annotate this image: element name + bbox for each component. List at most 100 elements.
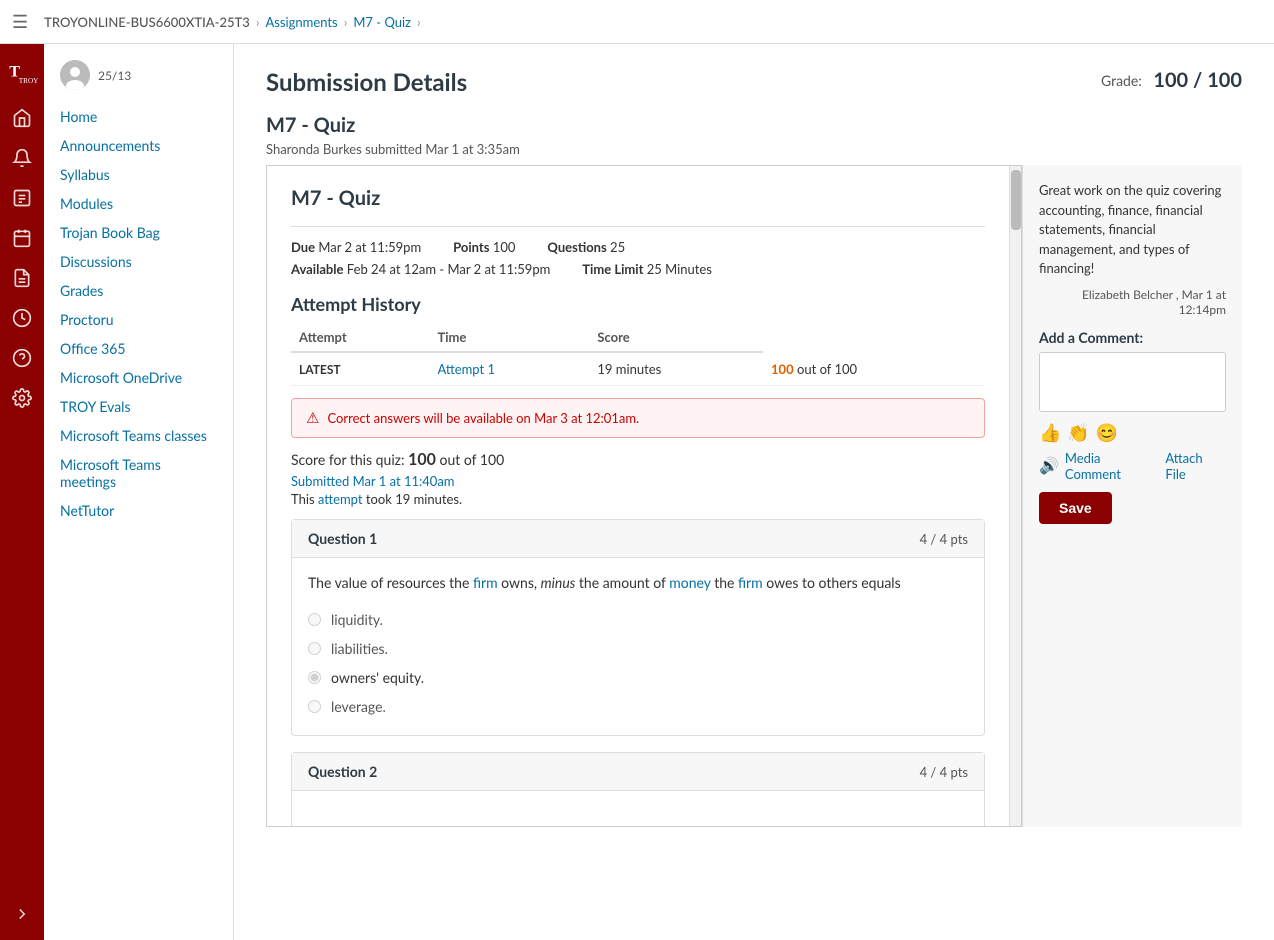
nav-icon-collapse[interactable] (4, 896, 40, 932)
attempt-link-inline[interactable]: attempt (318, 491, 363, 507)
sidebar-item-syllabus[interactable]: Syllabus (44, 160, 233, 189)
quiz-details-grid: Due Mar 2 at 11:59pm Points 100 Question… (291, 226, 985, 277)
nav-icon-grades[interactable] (4, 260, 40, 296)
option-leverage: leverage. (308, 692, 968, 721)
student-count: 25/13 (98, 68, 131, 83)
quiz-and-panel: M7 - Quiz Due Mar 2 at 11:59pm Points 10… (266, 165, 1242, 827)
sidebar-item-office365[interactable]: Office 365 (44, 334, 233, 363)
course-label: TROYONLINE-BUS6600XTIA-25T3 (44, 14, 250, 30)
comment-textarea[interactable] (1039, 352, 1226, 412)
add-comment-label: Add a Comment: (1039, 329, 1226, 346)
center-content: Submission Details Grade: 100 / 100 M7 -… (234, 44, 1274, 940)
quiz-inner-scroll[interactable]: M7 - Quiz Due Mar 2 at 11:59pm Points 10… (267, 166, 1009, 826)
took-info: This attempt took 19 minutes. (291, 491, 985, 507)
breadcrumb-sep-1: › (256, 14, 260, 30)
attempt-1-link[interactable]: Attempt 1 (437, 361, 495, 377)
col-attempt: Attempt (291, 323, 429, 352)
warning-box: ⚠ Correct answers will be available on M… (291, 398, 985, 438)
nav-icon-calendar[interactable] (4, 220, 40, 256)
avatar (60, 60, 90, 90)
quiz-scrollbar[interactable] (1009, 166, 1021, 826)
logo: T TROY (4, 52, 40, 88)
quiz-inner-title: M7 - Quiz (291, 186, 985, 210)
sidebar-item-proctoru[interactable]: Proctoru (44, 305, 233, 334)
sidebar-item-onedrive[interactable]: Microsoft OneDrive (44, 363, 233, 392)
available-detail: Available Feb 24 at 12am - Mar 2 at 11:5… (291, 261, 550, 277)
quiz-scrollbar-thumb[interactable] (1011, 170, 1021, 230)
radio-liquidity[interactable] (308, 613, 321, 626)
attempt-link-cell[interactable]: Attempt 1 (429, 352, 589, 386)
question-block-2: Question 2 4 / 4 pts (291, 752, 985, 826)
instructor-comment: Great work on the quiz covering accounti… (1039, 181, 1226, 279)
right-panel: Great work on the quiz covering accounti… (1022, 165, 1242, 827)
emoji-smile[interactable]: 😊 (1096, 421, 1118, 444)
media-comment-link[interactable]: Media Comment (1065, 450, 1159, 482)
sidebar-item-teams-meetings[interactable]: Microsoft Teams meetings (44, 450, 233, 496)
nav-icon-announcements[interactable] (4, 140, 40, 176)
sidebar-item-modules[interactable]: Modules (44, 189, 233, 218)
quiz-meta: M7 - Quiz Sharonda Burkes submitted Mar … (234, 113, 1274, 165)
radio-owners-equity[interactable] (308, 671, 321, 684)
main-layout: T TROY (0, 44, 1274, 940)
attempt-time: 19 minutes (589, 352, 763, 386)
timelimit-detail: Time Limit 25 Minutes (582, 261, 712, 277)
option-liabilities: liabilities. (308, 634, 968, 663)
media-row: 🔊 Media Comment Attach File (1039, 450, 1226, 482)
attempt-score: 100 out of 100 (763, 352, 985, 386)
submission-header: Submission Details Grade: 100 / 100 (234, 44, 1274, 113)
question-2-title: Question 2 (308, 763, 377, 780)
emoji-thumbsup[interactable]: 👍 (1039, 421, 1061, 444)
sidebar-item-grades[interactable]: Grades (44, 276, 233, 305)
sidebar-item-teams-classes[interactable]: Microsoft Teams classes (44, 421, 233, 450)
nav-icon-assignments[interactable] (4, 180, 40, 216)
sidebar-item-troy-evals[interactable]: TROY Evals (44, 392, 233, 421)
radio-leverage[interactable] (308, 700, 321, 713)
icon-bar: T TROY (0, 44, 44, 940)
sidebar-item-discussions[interactable]: Discussions (44, 247, 233, 276)
attach-file-link[interactable]: Attach File (1165, 450, 1226, 482)
option-leverage-label: leverage. (331, 698, 386, 715)
sidebar-item-announcements[interactable]: Announcements (44, 131, 233, 160)
col-score: Score (589, 323, 763, 352)
quiz-frame: M7 - Quiz Due Mar 2 at 11:59pm Points 10… (266, 165, 1022, 827)
questions-detail: Questions 25 (547, 239, 625, 255)
score-summary: Score for this quiz: 100 out of 100 (291, 450, 985, 469)
quiz-details-row-1: Due Mar 2 at 11:59pm Points 100 Question… (291, 239, 985, 255)
question-1-text: The value of resources the firm owns, mi… (308, 572, 968, 593)
hamburger-icon[interactable]: ☰ (12, 10, 28, 33)
breadcrumb-assignments[interactable]: Assignments (265, 14, 337, 30)
sidebar-item-home[interactable]: Home (44, 102, 233, 131)
nav-icon-history[interactable] (4, 300, 40, 336)
nav-icon-settings[interactable] (4, 380, 40, 416)
quiz-details-row-2: Available Feb 24 at 12am - Mar 2 at 11:5… (291, 261, 985, 277)
nav-icon-home[interactable] (4, 100, 40, 136)
submitted-by: Sharonda Burkes submitted Mar 1 at 3:35a… (266, 141, 1242, 157)
grade-label: Grade: (1101, 72, 1142, 89)
sidebar-nav: Home Announcements Syllabus Modules Troj… (44, 102, 233, 525)
question-1-body: The value of resources the firm owns, mi… (292, 558, 984, 735)
nav-icon-help[interactable] (4, 340, 40, 376)
save-button[interactable]: Save (1039, 492, 1112, 524)
option-liquidity: liquidity. (308, 605, 968, 634)
option-owners-equity-label: owners' equity. (331, 669, 424, 686)
sidebar-item-nettutor[interactable]: NetTutor (44, 496, 233, 525)
question-1-title: Question 1 (308, 530, 377, 547)
warning-icon: ⚠ (306, 409, 319, 427)
question-2-pts: 4 / 4 pts (920, 764, 968, 780)
option-liabilities-label: liabilities. (331, 640, 388, 657)
breadcrumb-quiz[interactable]: M7 - Quiz (353, 14, 411, 30)
question-2-body (292, 791, 984, 826)
quiz-title-heading: M7 - Quiz (266, 113, 1242, 137)
sidebar-item-trojan-book-bag[interactable]: Trojan Book Bag (44, 218, 233, 247)
sidebar: 25/13 Home Announcements Syllabus Module… (44, 44, 234, 940)
option-owners-equity: owners' equity. (308, 663, 968, 692)
svg-text:TROY: TROY (19, 77, 38, 85)
student-info: 25/13 (44, 56, 233, 102)
top-nav: ☰ TROYONLINE-BUS6600XTIA-25T3 › Assignme… (0, 0, 1274, 44)
question-2-header: Question 2 4 / 4 pts (292, 753, 984, 791)
radio-liabilities[interactable] (308, 642, 321, 655)
emoji-clap[interactable]: 👏 (1067, 421, 1089, 444)
attempt-table: Attempt Time Score LATEST (291, 323, 985, 386)
page-title: Submission Details (266, 68, 467, 97)
attempt-latest-label: LATEST (291, 352, 429, 386)
